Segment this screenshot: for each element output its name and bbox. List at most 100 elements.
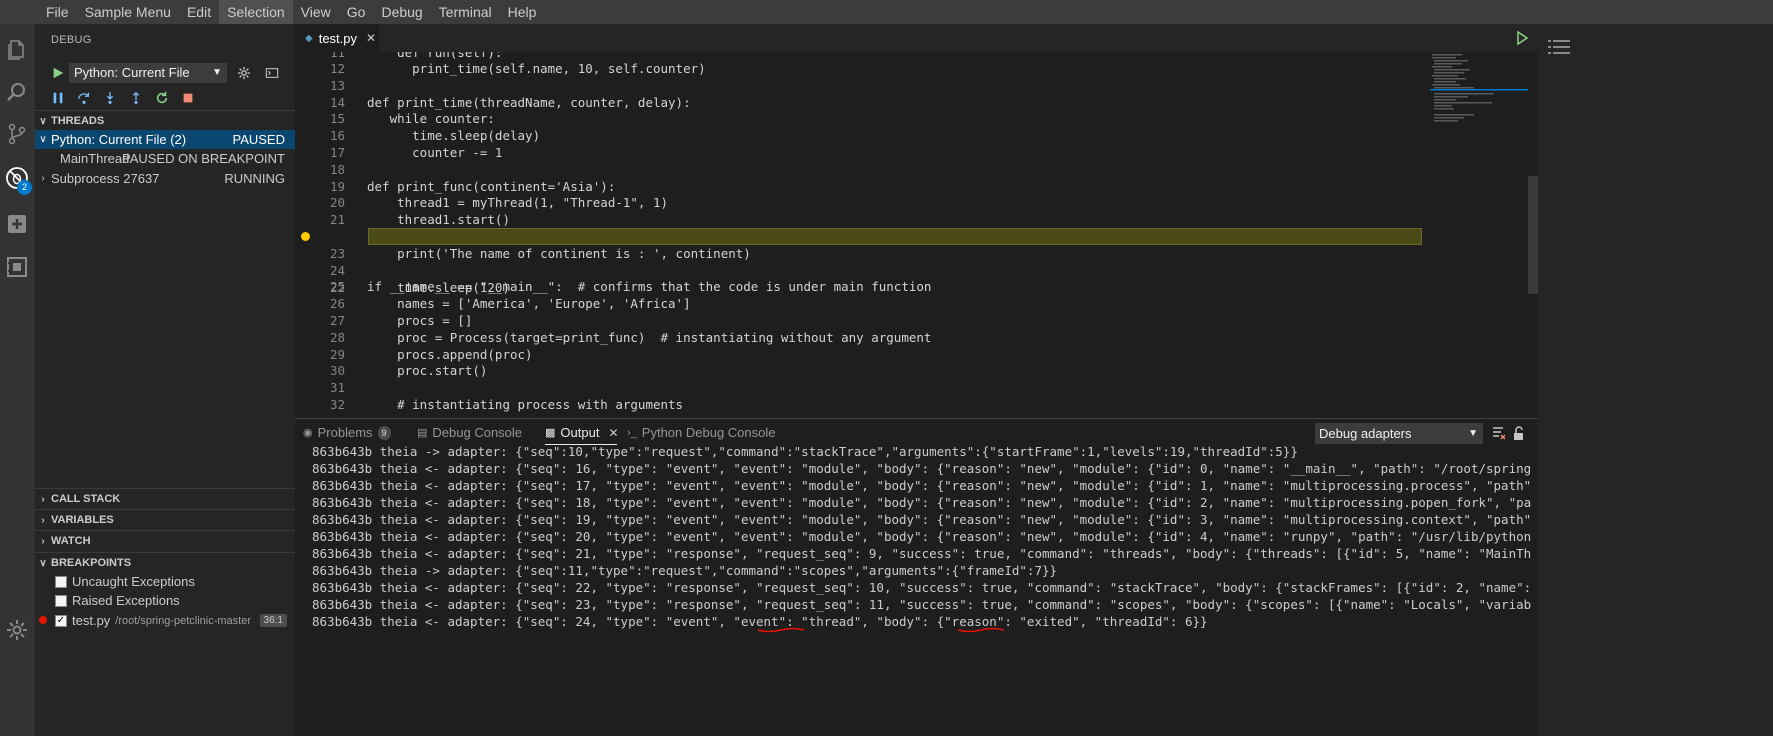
watch-section-header[interactable]: › WATCH	[35, 530, 295, 551]
output-line: 863b643b theia <- adapter: {"seq": 18, "…	[312, 495, 1532, 510]
debug-toolbar	[49, 88, 205, 108]
extensions-add-icon[interactable]	[3, 210, 31, 238]
stop-button[interactable]	[179, 89, 197, 107]
step-over-button[interactable]	[75, 89, 93, 107]
output-line: 863b643b theia <- adapter: {"seq": 23, "…	[312, 597, 1532, 612]
menu-file[interactable]: File	[38, 0, 77, 24]
menu-edit[interactable]: Edit	[179, 0, 219, 24]
raised-exceptions-row[interactable]: Raised Exceptions	[35, 591, 295, 610]
code-line: 16 time.sleep(delay)	[295, 127, 1535, 144]
clear-output-icon[interactable]	[1491, 425, 1507, 441]
debug-badge: 2	[17, 180, 32, 195]
code-line: 13	[295, 77, 1535, 94]
code-line: 30 proc.start()	[295, 362, 1535, 379]
code-text: procs = []	[367, 313, 473, 328]
menu-go[interactable]: Go	[339, 0, 374, 24]
tab-problems[interactable]: ◉ Problems 9	[303, 425, 391, 440]
code-text: names = ['America', 'Europe', 'Africa']	[367, 296, 691, 311]
debug-console-icon[interactable]	[261, 62, 283, 84]
line-number: 19	[329, 179, 345, 194]
uncaught-exceptions-label: Uncaught Exceptions	[72, 574, 195, 589]
editor-scrollbar[interactable]	[1528, 52, 1538, 418]
line-number: 14	[329, 95, 345, 110]
breakpoints-header-label: BREAKPOINTS	[51, 557, 132, 569]
pause-button[interactable]	[49, 89, 67, 107]
code-line: 20 thread1 = myThread(1, "Thread-1", 1)	[295, 194, 1535, 211]
output-line: 863b643b theia <- adapter: {"seq": 22, "…	[312, 580, 1532, 595]
breakpoint-arrow-icon[interactable]	[301, 232, 310, 241]
tab-test-py[interactable]: ◆ test.py ✕	[295, 24, 379, 52]
menu-terminal[interactable]: Terminal	[431, 0, 500, 24]
code-line: 17 counter -= 1	[295, 144, 1535, 161]
menu-bar: File Sample Menu Edit Selection View Go …	[0, 0, 1773, 24]
run-icon[interactable]	[1514, 30, 1530, 46]
tab-python-debug-console[interactable]: ›_ Python Debug Console	[627, 425, 775, 440]
step-out-button[interactable]	[127, 89, 145, 107]
code-text: thread1 = myThread(1, "Thread-1", 1)	[367, 195, 669, 210]
breakpoint-file-checkbox[interactable]: ✓	[55, 614, 67, 627]
debug-console-icon: ▤	[417, 427, 428, 439]
uncaught-exceptions-checkbox[interactable]	[55, 575, 67, 588]
debug-config-row: Python: Current File ▼	[49, 62, 289, 84]
line-number: 25	[329, 279, 345, 294]
code-text: time.sleep(delay)	[367, 128, 541, 143]
outline-list-icon[interactable]	[1548, 38, 1570, 56]
line-number: 16	[329, 128, 345, 143]
thread-mainthread-row[interactable]: MainThread PAUSED ON BREAKPOINT	[35, 149, 295, 168]
chevron-right-icon: ›	[41, 173, 45, 184]
output-channel-select[interactable]: Debug adapters ▼	[1315, 423, 1483, 444]
variables-section-header[interactable]: › VARIABLES	[35, 509, 295, 530]
explorer-icon[interactable]	[3, 36, 31, 64]
problems-icon: ◉	[303, 427, 313, 439]
extensions-icon[interactable]	[3, 253, 31, 281]
debug-config-select[interactable]: Python: Current File ▼	[69, 63, 227, 83]
menu-view[interactable]: View	[293, 0, 339, 24]
python-file-icon: ◆	[305, 32, 313, 44]
menu-selection[interactable]: Selection	[219, 0, 293, 24]
code-line: 12 print_time(self.name, 10, self.counte…	[295, 60, 1535, 77]
line-number: 23	[329, 246, 345, 261]
gear-icon[interactable]	[233, 62, 255, 84]
restart-icon[interactable]	[153, 89, 171, 107]
lock-scroll-icon[interactable]	[1511, 425, 1527, 441]
annotation-underline-thread	[757, 627, 805, 633]
minimap[interactable]	[1430, 52, 1528, 132]
tab-debug-console[interactable]: ▤ Debug Console	[417, 425, 522, 440]
output-line: 863b643b theia <- adapter: {"seq": 17, "…	[312, 478, 1532, 493]
close-icon[interactable]: ✕	[608, 426, 618, 440]
current-line-highlight	[368, 228, 1422, 245]
settings-gear-icon[interactable]	[3, 616, 31, 644]
uncaught-exceptions-row[interactable]: Uncaught Exceptions	[35, 572, 295, 591]
output-line: 863b643b theia -> adapter: {"seq":10,"ty…	[312, 444, 1298, 459]
start-debugging-button[interactable]	[49, 64, 67, 82]
code-editor[interactable]: 11 def run(self): 12 print_time(self.nam…	[295, 52, 1535, 418]
scrollbar-thumb[interactable]	[1528, 176, 1538, 294]
code-text: def print_time(threadName, counter, dela…	[367, 95, 691, 110]
callstack-section-header[interactable]: › CALL STACK	[35, 488, 295, 509]
menu-debug[interactable]: Debug	[373, 0, 430, 24]
tab-output[interactable]: ▩ Output ✕	[545, 425, 619, 440]
menu-sample[interactable]: Sample Menu	[77, 0, 179, 24]
watch-header-label: WATCH	[51, 535, 91, 547]
menu-help[interactable]: Help	[500, 0, 545, 24]
source-control-icon[interactable]	[3, 120, 31, 148]
breakpoints-section-header[interactable]: ∨ BREAKPOINTS	[35, 552, 295, 573]
code-text: while counter:	[367, 111, 495, 126]
step-into-button[interactable]	[101, 89, 119, 107]
debug-sidebar: DEBUG Python: Current File ▼ ∨ THREADS ∨…	[35, 24, 295, 736]
breakpoint-file-row[interactable]: ✓ test.py /root/spring-petclinic-master …	[35, 611, 295, 630]
close-icon[interactable]: ✕	[366, 31, 376, 45]
code-line: 25 if __name__ == "__main__": # confirms …	[295, 278, 1535, 295]
raised-exceptions-checkbox[interactable]	[55, 594, 67, 607]
chevron-right-icon: ›	[41, 535, 45, 547]
debug-icon[interactable]: 2	[3, 164, 32, 195]
thread-session-row[interactable]: ∨ Python: Current File (2) PAUSED	[35, 130, 295, 149]
threads-section-header[interactable]: ∨ THREADS	[35, 110, 295, 131]
terminal-icon: ›_	[627, 426, 637, 439]
code-line: 21 thread1.start()	[295, 211, 1535, 228]
code-line: 27 procs = []	[295, 312, 1535, 329]
thread-subprocess-row[interactable]: › Subprocess 27637 RUNNING	[35, 169, 295, 188]
line-number: 21	[329, 212, 345, 227]
raised-exceptions-label: Raised Exceptions	[72, 593, 180, 608]
search-icon[interactable]	[3, 78, 31, 106]
